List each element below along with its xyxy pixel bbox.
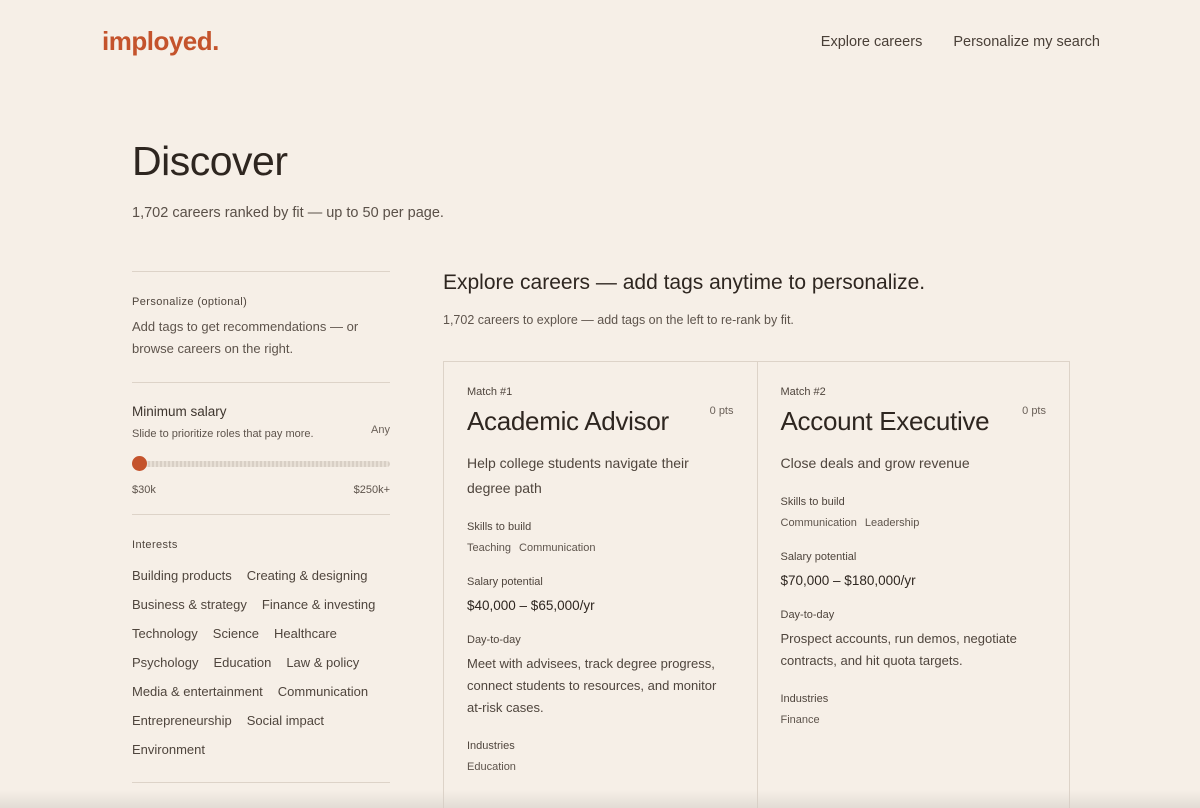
results-heading: Explore careers — add tags anytime to pe… — [443, 271, 926, 294]
salary-slider[interactable] — [132, 456, 390, 472]
page-title: Discover — [132, 138, 288, 184]
divider — [132, 271, 390, 272]
career-description: Help college students navigate their deg… — [467, 455, 689, 496]
industry-chip: Finance — [780, 714, 820, 726]
interest-tag[interactable]: Entrepreneurship — [132, 706, 232, 735]
divider — [132, 514, 390, 515]
career-description: Close deals and grow revenue — [780, 455, 970, 471]
interest-tag[interactable]: Communication — [278, 677, 368, 706]
salary-filter-value: Any — [371, 424, 390, 436]
career-cards: Match #1 0 pts Academic Advisor Help colleg… — [443, 361, 1070, 808]
industry-chip: Education — [467, 761, 516, 773]
career-card[interactable]: Match #2 0 pts Account Executive Close deal… — [756, 362, 1070, 808]
interest-tag[interactable]: Finance & investing — [262, 590, 375, 619]
salary-slider-max: $250k+ — [353, 484, 390, 496]
top-nav: Explore careers Personalize my search — [821, 34, 1100, 50]
interest-tag[interactable]: Science — [213, 619, 259, 648]
personalize-help-text: Add tags to get recommendations — or bro… — [132, 319, 359, 356]
salary-range: $70,000 – $180,000/yr — [780, 573, 916, 588]
industries-list: Education — [467, 761, 734, 773]
skill-chip: Leadership — [864, 517, 920, 529]
interest-tag[interactable]: Education — [213, 648, 271, 677]
interest-tag[interactable]: Environment — [132, 735, 205, 764]
career-title[interactable]: Account Executive — [781, 406, 1047, 437]
interest-tag[interactable]: Technology — [132, 619, 198, 648]
day-to-day-text: Prospect accounts, run demos, negotiate … — [780, 631, 1017, 668]
skill-chip: Communication — [519, 542, 596, 554]
salary-filter: Minimum salary Slide to prioritize roles… — [132, 404, 390, 496]
interest-tag[interactable]: Media & entertainment — [132, 677, 263, 706]
interests-label: Interests — [132, 539, 178, 551]
personalize-label: Personalize (optional) — [132, 296, 248, 308]
brand-logo[interactable]: imployed. — [102, 26, 219, 57]
skills-list: Communication Leadership — [781, 517, 1047, 529]
match-rank: Match #2 — [780, 386, 826, 398]
salary-range: $40,000 – $65,000/yr — [467, 598, 595, 613]
interest-tag[interactable]: Business & strategy — [132, 590, 247, 619]
day-to-day-label: Day-to-day — [467, 634, 521, 646]
skills-label: Skills to build — [467, 521, 532, 533]
divider — [132, 782, 390, 783]
results-subheading: 1,702 careers to explore — add tags on t… — [443, 313, 794, 327]
salary-label: Salary potential — [467, 576, 543, 588]
salary-filter-title: Minimum salary — [132, 404, 227, 419]
page: imployed. Explore careers Personalize my… — [0, 0, 1200, 808]
salary-slider-thumb[interactable] — [132, 456, 147, 471]
skill-chip: Teaching — [467, 542, 512, 554]
industries-label: Industries — [780, 693, 829, 705]
day-to-day-label: Day-to-day — [780, 609, 835, 621]
interest-tag[interactable]: Law & policy — [286, 648, 359, 677]
personalize-sidebar: Personalize (optional) Add tags to get r… — [132, 271, 390, 783]
skills-list: Teaching Communication — [467, 542, 734, 554]
career-title[interactable]: Academic Advisor — [467, 406, 734, 437]
nav-explore-careers[interactable]: Explore careers — [821, 34, 923, 50]
interest-tag[interactable]: Social impact — [247, 706, 324, 735]
skill-chip: Communication — [780, 517, 857, 529]
match-points: 0 pts — [709, 405, 734, 417]
interest-tag[interactable]: Creating & designing — [247, 561, 368, 590]
match-points: 0 pts — [1022, 405, 1046, 417]
interest-tags: Building products Creating & designing Bus… — [132, 561, 390, 764]
salary-slider-range: $30k $250k+ — [132, 484, 390, 496]
salary-filter-subtitle: Slide to prioritize roles that pay more. — [132, 428, 314, 440]
career-card[interactable]: Match #1 0 pts Academic Advisor Help colleg… — [444, 362, 757, 808]
industries-label: Industries — [467, 740, 515, 752]
page-subtitle: 1,702 careers ranked by fit — up to 50 p… — [132, 205, 444, 221]
industries-list: Finance — [781, 714, 1047, 726]
interest-tag[interactable]: Psychology — [132, 648, 198, 677]
interest-tag[interactable]: Healthcare — [274, 619, 337, 648]
nav-personalize-search[interactable]: Personalize my search — [953, 34, 1100, 50]
salary-slider-track[interactable] — [132, 461, 390, 467]
day-to-day-text: Meet with advisees, track degree progres… — [467, 656, 717, 715]
salary-label: Salary potential — [780, 551, 857, 563]
interest-tag[interactable]: Building products — [132, 561, 232, 590]
divider — [132, 382, 390, 383]
match-rank: Match #1 — [467, 386, 513, 398]
salary-slider-min: $30k — [132, 484, 156, 496]
skills-label: Skills to build — [780, 496, 845, 508]
